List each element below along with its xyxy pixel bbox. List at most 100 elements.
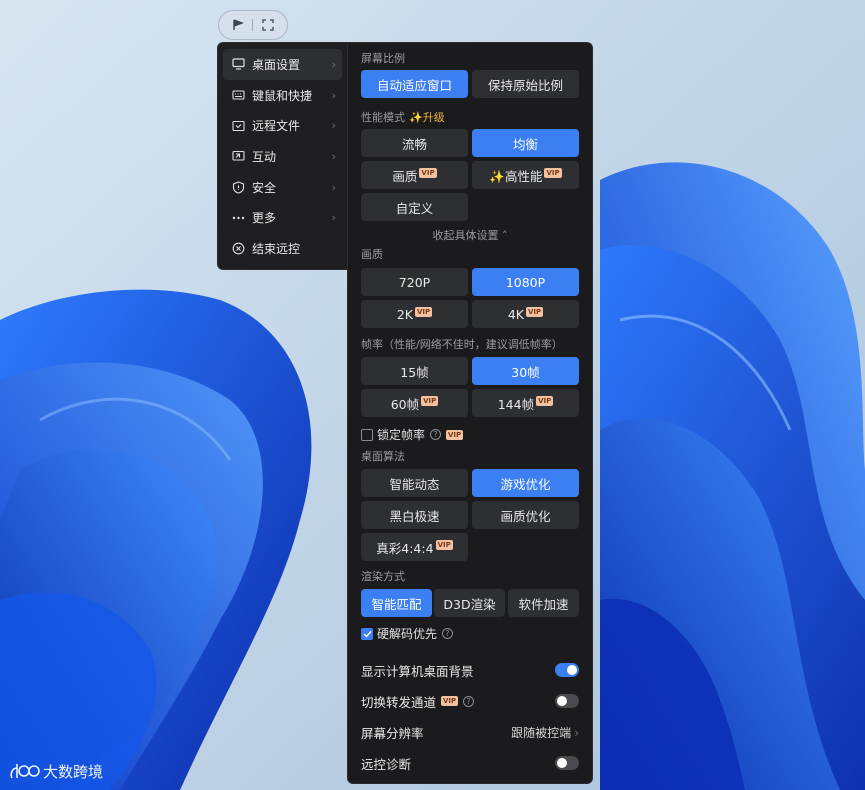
relay-channel-toggle[interactable]: [555, 694, 579, 708]
help-icon[interactable]: ?: [430, 429, 442, 440]
menu-item-label: 结束远控: [252, 241, 301, 256]
keyboard-icon: [231, 88, 245, 102]
menu-item-interact[interactable]: 互动 ›: [223, 141, 342, 172]
algo-bw-fast-button[interactable]: 黑白极速: [361, 501, 468, 529]
perf-quality-button[interactable]: 画质 VIP: [361, 161, 468, 189]
performance-mode-title: 性能模式 ✨升级: [361, 109, 445, 125]
fps-60-button[interactable]: 60帧 VIP: [361, 389, 468, 417]
performance-mode-label: 性能模式: [361, 111, 405, 124]
perf-smooth-button[interactable]: 流畅: [361, 129, 468, 157]
shield-icon: [231, 180, 245, 194]
hw-decode-checkbox[interactable]: [361, 627, 373, 640]
fps-15-button[interactable]: 15帧: [361, 357, 468, 385]
menu-item-more[interactable]: 更多 ›: [223, 202, 342, 233]
algo-smart-dynamic-button[interactable]: 智能动态: [361, 469, 468, 497]
vip-badge: VIP: [526, 307, 544, 317]
algo-true-color-label: 真彩4:4:4: [376, 540, 434, 556]
menu-item-label: 桌面设置: [252, 57, 301, 72]
lock-framerate-row[interactable]: 锁定帧率 ? VIP: [361, 426, 464, 443]
vip-badge: VIP: [419, 168, 437, 178]
vip-badge: VIP: [441, 696, 459, 706]
perf-custom-button[interactable]: 自定义: [361, 193, 468, 221]
relay-channel-label-group: 切换转发通道 VIP ?: [361, 692, 555, 711]
flag-icon[interactable]: [230, 17, 246, 33]
perf-quality-label: 画质: [392, 168, 418, 184]
render-mode-title: 渲染方式: [361, 570, 405, 583]
fps-144-button[interactable]: 144帧 VIP: [472, 389, 579, 417]
show-desktop-bg-label: 显示计算机桌面背景: [361, 663, 474, 679]
vip-badge: VIP: [415, 307, 433, 317]
vip-badge: VIP: [435, 540, 453, 550]
close-circle-icon: [231, 241, 245, 255]
quality-2k-button[interactable]: 2K VIP: [361, 300, 468, 328]
floating-toolbar: [218, 10, 288, 40]
vip-badge: VIP: [446, 429, 464, 440]
fps-30-button[interactable]: 30帧: [472, 357, 579, 385]
screen-resolution-value[interactable]: 跟随被控端 ›: [511, 724, 579, 741]
framerate-title: 帧率（性能/网络不佳时，建议调低帧率）: [361, 338, 563, 351]
help-icon[interactable]: ?: [463, 695, 475, 707]
menu-item-keyboard-mouse[interactable]: 键鼠和快捷 ›: [223, 80, 342, 111]
chevron-right-icon: ›: [331, 149, 336, 163]
relay-channel-row: 切换转发通道 VIP ?: [361, 691, 579, 711]
menu-item-label: 键鼠和快捷: [252, 88, 313, 103]
menu-item-end-remote[interactable]: 结束远控: [223, 233, 342, 264]
relay-channel-label: 切换转发通道: [361, 694, 437, 710]
help-icon[interactable]: ?: [442, 628, 454, 639]
settings-menu: 桌面设置 › 键鼠和快捷 › 远程文件 › 互动 › 安全 › 更多 › 结束远…: [217, 42, 348, 270]
toolbar-divider: [252, 19, 254, 31]
quality-4k-button[interactable]: 4K VIP: [472, 300, 579, 328]
resolution-value-text: 跟随被控端: [511, 725, 572, 740]
vip-badge: VIP: [544, 168, 562, 178]
fullscreen-icon[interactable]: [260, 17, 276, 33]
file-icon: [231, 119, 245, 133]
chevron-right-icon: ›: [331, 119, 336, 133]
chevron-right-icon: ›: [331, 88, 336, 102]
toggle-knob: [567, 665, 577, 675]
menu-item-desktop-settings[interactable]: 桌面设置 ›: [223, 49, 342, 80]
lock-framerate-label: 锁定帧率: [377, 428, 426, 442]
fps-60-label: 60帧: [390, 396, 420, 412]
remote-diagnose-label: 远控诊断: [361, 756, 412, 772]
chevron-right-icon: ›: [331, 211, 336, 225]
upgrade-link[interactable]: ✨升级: [409, 111, 445, 124]
menu-item-label: 互动: [252, 149, 277, 164]
aspect-ratio-title: 屏幕比例: [361, 52, 405, 65]
vip-badge: VIP: [421, 396, 439, 406]
hw-decode-row[interactable]: 硬解码优先 ?: [361, 625, 454, 642]
aspect-keep-original-button[interactable]: 保持原始比例: [472, 70, 579, 98]
screen-resolution-row[interactable]: 屏幕分辨率 跟随被控端 ›: [361, 722, 579, 742]
aspect-auto-fit-button[interactable]: 自动适应窗口: [361, 70, 468, 98]
lock-framerate-checkbox[interactable]: [361, 428, 373, 441]
vip-badge: VIP: [536, 396, 554, 406]
render-software-button[interactable]: 软件加速: [508, 589, 579, 617]
algo-quality-optimize-button[interactable]: 画质优化: [472, 501, 579, 529]
desktop-settings-panel: 屏幕比例 自动适应窗口 保持原始比例 性能模式 ✨升级 流畅 均衡 画质 VIP ✨…: [347, 42, 593, 784]
quality-720p-button[interactable]: 720P: [361, 268, 468, 296]
render-smart-match-button[interactable]: 智能匹配: [361, 589, 432, 617]
chevron-right-icon: ›: [331, 180, 336, 194]
chevron-right-icon: ›: [331, 57, 336, 71]
remote-diagnose-row: 远控诊断: [361, 753, 579, 773]
render-d3d-button[interactable]: D3D渲染: [434, 589, 505, 617]
menu-item-security[interactable]: 安全 ›: [223, 172, 342, 203]
perf-high-performance-button[interactable]: ✨高性能 VIP: [472, 161, 579, 189]
hw-decode-label: 硬解码优先: [377, 627, 438, 641]
quality-1080p-button[interactable]: 1080P: [472, 268, 579, 296]
collapse-settings-link[interactable]: 收起具体设置 ˄: [361, 227, 579, 243]
watermark-logo-icon: [10, 764, 40, 779]
menu-item-label: 远程文件: [252, 119, 301, 134]
interact-icon: [231, 149, 245, 163]
algo-game-optimize-button[interactable]: 游戏优化: [472, 469, 579, 497]
menu-item-remote-files[interactable]: 远程文件 ›: [223, 110, 342, 141]
remote-diagnose-toggle[interactable]: [555, 756, 579, 770]
perf-high-label: ✨高性能: [489, 168, 543, 184]
quality-2k-label: 2K: [396, 306, 413, 322]
toggle-knob: [557, 696, 567, 706]
toggle-knob: [557, 758, 567, 768]
show-desktop-bg-toggle[interactable]: [555, 663, 579, 677]
algo-true-color-button[interactable]: 真彩4:4:4 VIP: [361, 533, 468, 561]
perf-balanced-button[interactable]: 均衡: [472, 129, 579, 157]
quality-4k-label: 4K: [507, 306, 524, 322]
show-desktop-bg-row: 显示计算机桌面背景: [361, 660, 579, 680]
